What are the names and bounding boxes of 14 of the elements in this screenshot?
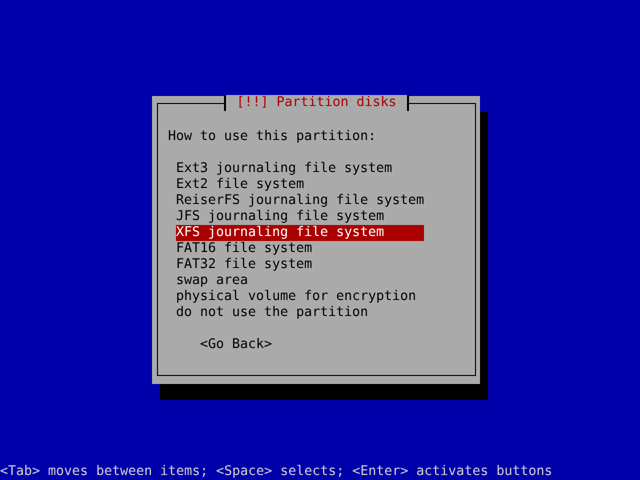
list-option[interactable]: FAT16 file system <box>176 241 424 257</box>
list-option[interactable]: FAT32 file system <box>176 257 424 273</box>
status-bar-text: <Tab> moves between items; <Space> selects; <Enter> activates buttons <box>0 464 554 480</box>
list-option[interactable]: Ext2 file system <box>176 177 424 193</box>
dialog-title: [!!] Partition disks <box>224 95 409 111</box>
list-option[interactable]: Ext3 journaling file system <box>176 161 424 177</box>
list-option[interactable]: XFS journaling file system <box>176 225 424 241</box>
prompt-text: How to use this partition: <box>168 129 378 145</box>
go-back-button[interactable]: <Go Back> <box>200 337 272 353</box>
list-option[interactable]: swap area <box>176 273 424 289</box>
list-option[interactable]: ReiserFS journaling file system <box>176 193 424 209</box>
list-option[interactable]: JFS journaling file system <box>176 209 424 225</box>
list-option[interactable]: do not use the partition <box>176 305 424 321</box>
list-option[interactable]: physical volume for encryption <box>176 289 424 305</box>
